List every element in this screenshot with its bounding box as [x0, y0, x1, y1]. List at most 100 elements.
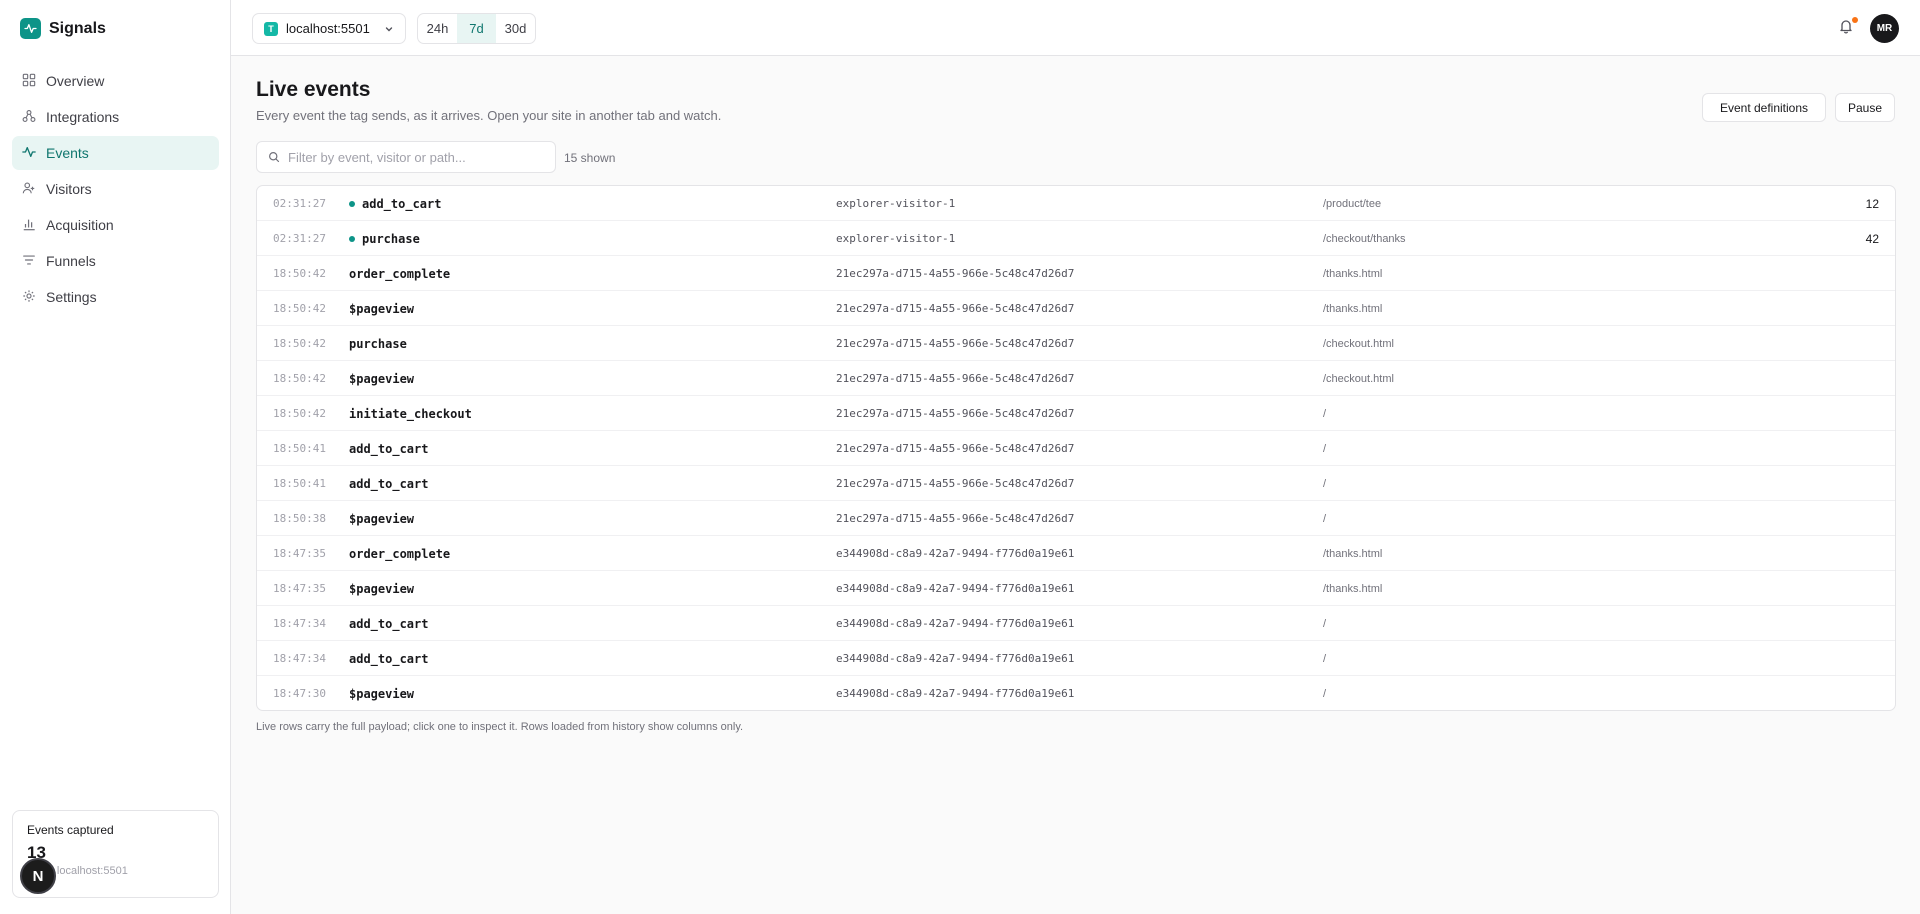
range-30d-button[interactable]: 30d	[496, 14, 535, 43]
range-7d-button[interactable]: 7d	[457, 14, 496, 43]
integrations-icon	[22, 109, 36, 126]
sidebar-item-funnels[interactable]: Funnels	[12, 244, 219, 278]
table-row[interactable]: 02:31:27 purchase explorer-visitor-1 /ch…	[257, 221, 1895, 256]
event-name: order_complete	[349, 546, 451, 561]
sidebar-item-label: Events	[46, 145, 89, 161]
sidebar-item-label: Acquisition	[46, 217, 114, 233]
table-row[interactable]: 02:31:27 add_to_cart explorer-visitor-1 …	[257, 186, 1895, 221]
event-time: 18:47:34	[273, 652, 326, 665]
event-path: /	[1323, 652, 1327, 665]
event-name-cell: add_to_cart	[349, 466, 428, 501]
event-visitor: 21ec297a-d715-4a55-966e-5c48c47d26d7	[836, 372, 1075, 385]
dev-tools-badge[interactable]: N	[20, 858, 56, 894]
event-definitions-button[interactable]: Event definitions	[1702, 93, 1826, 122]
sidebar-nav: Overview Integrations Events Visitors Ac…	[12, 64, 219, 316]
event-name: $pageview	[349, 581, 415, 596]
event-path: /	[1323, 442, 1327, 455]
event-name: $pageview	[349, 301, 415, 316]
event-visitor: explorer-visitor-1	[836, 197, 956, 210]
event-name: $pageview	[349, 686, 415, 701]
brand-name: Signals	[49, 19, 106, 37]
event-visitor: 21ec297a-d715-4a55-966e-5c48c47d26d7	[836, 512, 1075, 525]
event-time: 18:50:42	[273, 267, 326, 280]
event-time: 18:50:41	[273, 442, 326, 455]
event-path: /checkout.html	[1323, 372, 1394, 385]
gear-icon	[22, 289, 36, 306]
event-name-cell: $pageview	[349, 361, 414, 396]
event-visitor: e344908d-c8a9-42a7-9494-f776d0a19e61	[836, 617, 1075, 630]
event-visitor: 21ec297a-d715-4a55-966e-5c48c47d26d7	[836, 477, 1075, 490]
table-row[interactable]: 18:47:30 $pageview e344908d-c8a9-42a7-94…	[257, 676, 1895, 710]
chevron-down-icon	[384, 24, 394, 34]
event-path: /thanks.html	[1323, 582, 1383, 595]
event-path: /	[1323, 512, 1327, 525]
event-visitor: explorer-visitor-1	[836, 232, 956, 245]
sidebar-item-settings[interactable]: Settings	[12, 280, 219, 314]
event-path: /thanks.html	[1323, 547, 1383, 560]
table-row[interactable]: 18:50:42 purchase 21ec297a-d715-4a55-966…	[257, 326, 1895, 361]
event-name-cell: order_complete	[349, 536, 450, 571]
event-visitor: 21ec297a-d715-4a55-966e-5c48c47d26d7	[836, 337, 1075, 350]
sidebar-item-acquisition[interactable]: Acquisition	[12, 208, 219, 242]
table-row[interactable]: 18:47:35 $pageview e344908d-c8a9-42a7-94…	[257, 571, 1895, 606]
event-name-cell: add_to_cart	[349, 606, 428, 641]
table-row[interactable]: 18:47:34 add_to_cart e344908d-c8a9-42a7-…	[257, 606, 1895, 641]
captured-count: 13	[27, 843, 46, 862]
event-name: order_complete	[349, 266, 451, 281]
time-range-toggle: 24h 7d 30d	[417, 13, 536, 44]
table-row[interactable]: 18:50:38 $pageview 21ec297a-d715-4a55-96…	[257, 501, 1895, 536]
event-path: /	[1323, 407, 1327, 420]
events-table: 02:31:27 add_to_cart explorer-visitor-1 …	[256, 185, 1896, 711]
avatar[interactable]: MR	[1870, 14, 1899, 43]
funnel-icon	[22, 253, 36, 270]
sidebar-item-integrations[interactable]: Integrations	[12, 100, 219, 134]
event-name: $pageview	[349, 511, 415, 526]
table-row[interactable]: 18:50:41 add_to_cart 21ec297a-d715-4a55-…	[257, 431, 1895, 466]
event-name: add_to_cart	[349, 441, 429, 456]
event-name-cell: purchase	[349, 326, 407, 361]
event-name-cell: order_complete	[349, 256, 450, 291]
brand[interactable]: Signals	[20, 18, 106, 39]
range-24h-button[interactable]: 24h	[418, 14, 457, 43]
table-row[interactable]: 18:50:42 $pageview 21ec297a-d715-4a55-96…	[257, 361, 1895, 396]
event-time: 18:50:42	[273, 337, 326, 350]
sidebar-item-visitors[interactable]: Visitors	[12, 172, 219, 206]
filter-field[interactable]	[256, 141, 556, 173]
table-row[interactable]: 18:50:42 order_complete 21ec297a-d715-4a…	[257, 256, 1895, 291]
event-path: /checkout/thanks	[1323, 232, 1406, 245]
grid-icon	[22, 73, 36, 90]
event-visitor: 21ec297a-d715-4a55-966e-5c48c47d26d7	[836, 407, 1075, 420]
notification-dot	[1852, 17, 1858, 23]
event-path: /	[1323, 617, 1327, 630]
site-name: localhost:5501	[286, 21, 370, 36]
event-visitor: e344908d-c8a9-42a7-9494-f776d0a19e61	[836, 652, 1075, 665]
event-name: initiate_checkout	[349, 406, 472, 421]
event-time: 18:47:35	[273, 547, 326, 560]
sidebar-item-label: Settings	[46, 289, 97, 305]
pause-button[interactable]: Pause	[1835, 93, 1895, 122]
event-name-cell: $pageview	[349, 676, 415, 710]
event-path: /thanks.html	[1323, 302, 1383, 315]
event-name-cell: purchase	[349, 221, 420, 256]
event-name-cell: add_to_cart	[349, 641, 428, 676]
table-row[interactable]: 18:50:41 add_to_cart 21ec297a-d715-4a55-…	[257, 466, 1895, 501]
event-value: 42	[1865, 231, 1879, 246]
table-row[interactable]: 18:47:35 order_complete e344908d-c8a9-42…	[257, 536, 1895, 571]
event-visitor: e344908d-c8a9-42a7-9494-f776d0a19e61	[836, 582, 1075, 595]
site-selector[interactable]: T localhost:5501	[252, 13, 406, 44]
table-row[interactable]: 18:50:42 $pageview 21ec297a-d715-4a55-96…	[257, 291, 1895, 326]
event-name-cell: add_to_cart	[349, 186, 441, 221]
sidebar-item-events[interactable]: Events	[12, 136, 219, 170]
page-title: Live events	[256, 78, 371, 101]
table-row[interactable]: 18:50:42 initiate_checkout 21ec297a-d715…	[257, 396, 1895, 431]
sidebar-item-overview[interactable]: Overview	[12, 64, 219, 98]
event-visitor: e344908d-c8a9-42a7-9494-f776d0a19e61	[836, 547, 1075, 560]
table-row[interactable]: 18:47:34 add_to_cart e344908d-c8a9-42a7-…	[257, 641, 1895, 676]
event-time: 18:47:35	[273, 582, 326, 595]
event-time: 18:50:41	[273, 477, 326, 490]
event-name: purchase	[349, 336, 407, 351]
shown-count: 15 shown	[564, 151, 616, 165]
event-name: add_to_cart	[349, 476, 429, 491]
filter-input[interactable]	[288, 149, 538, 165]
event-name: add_to_cart	[362, 196, 442, 211]
